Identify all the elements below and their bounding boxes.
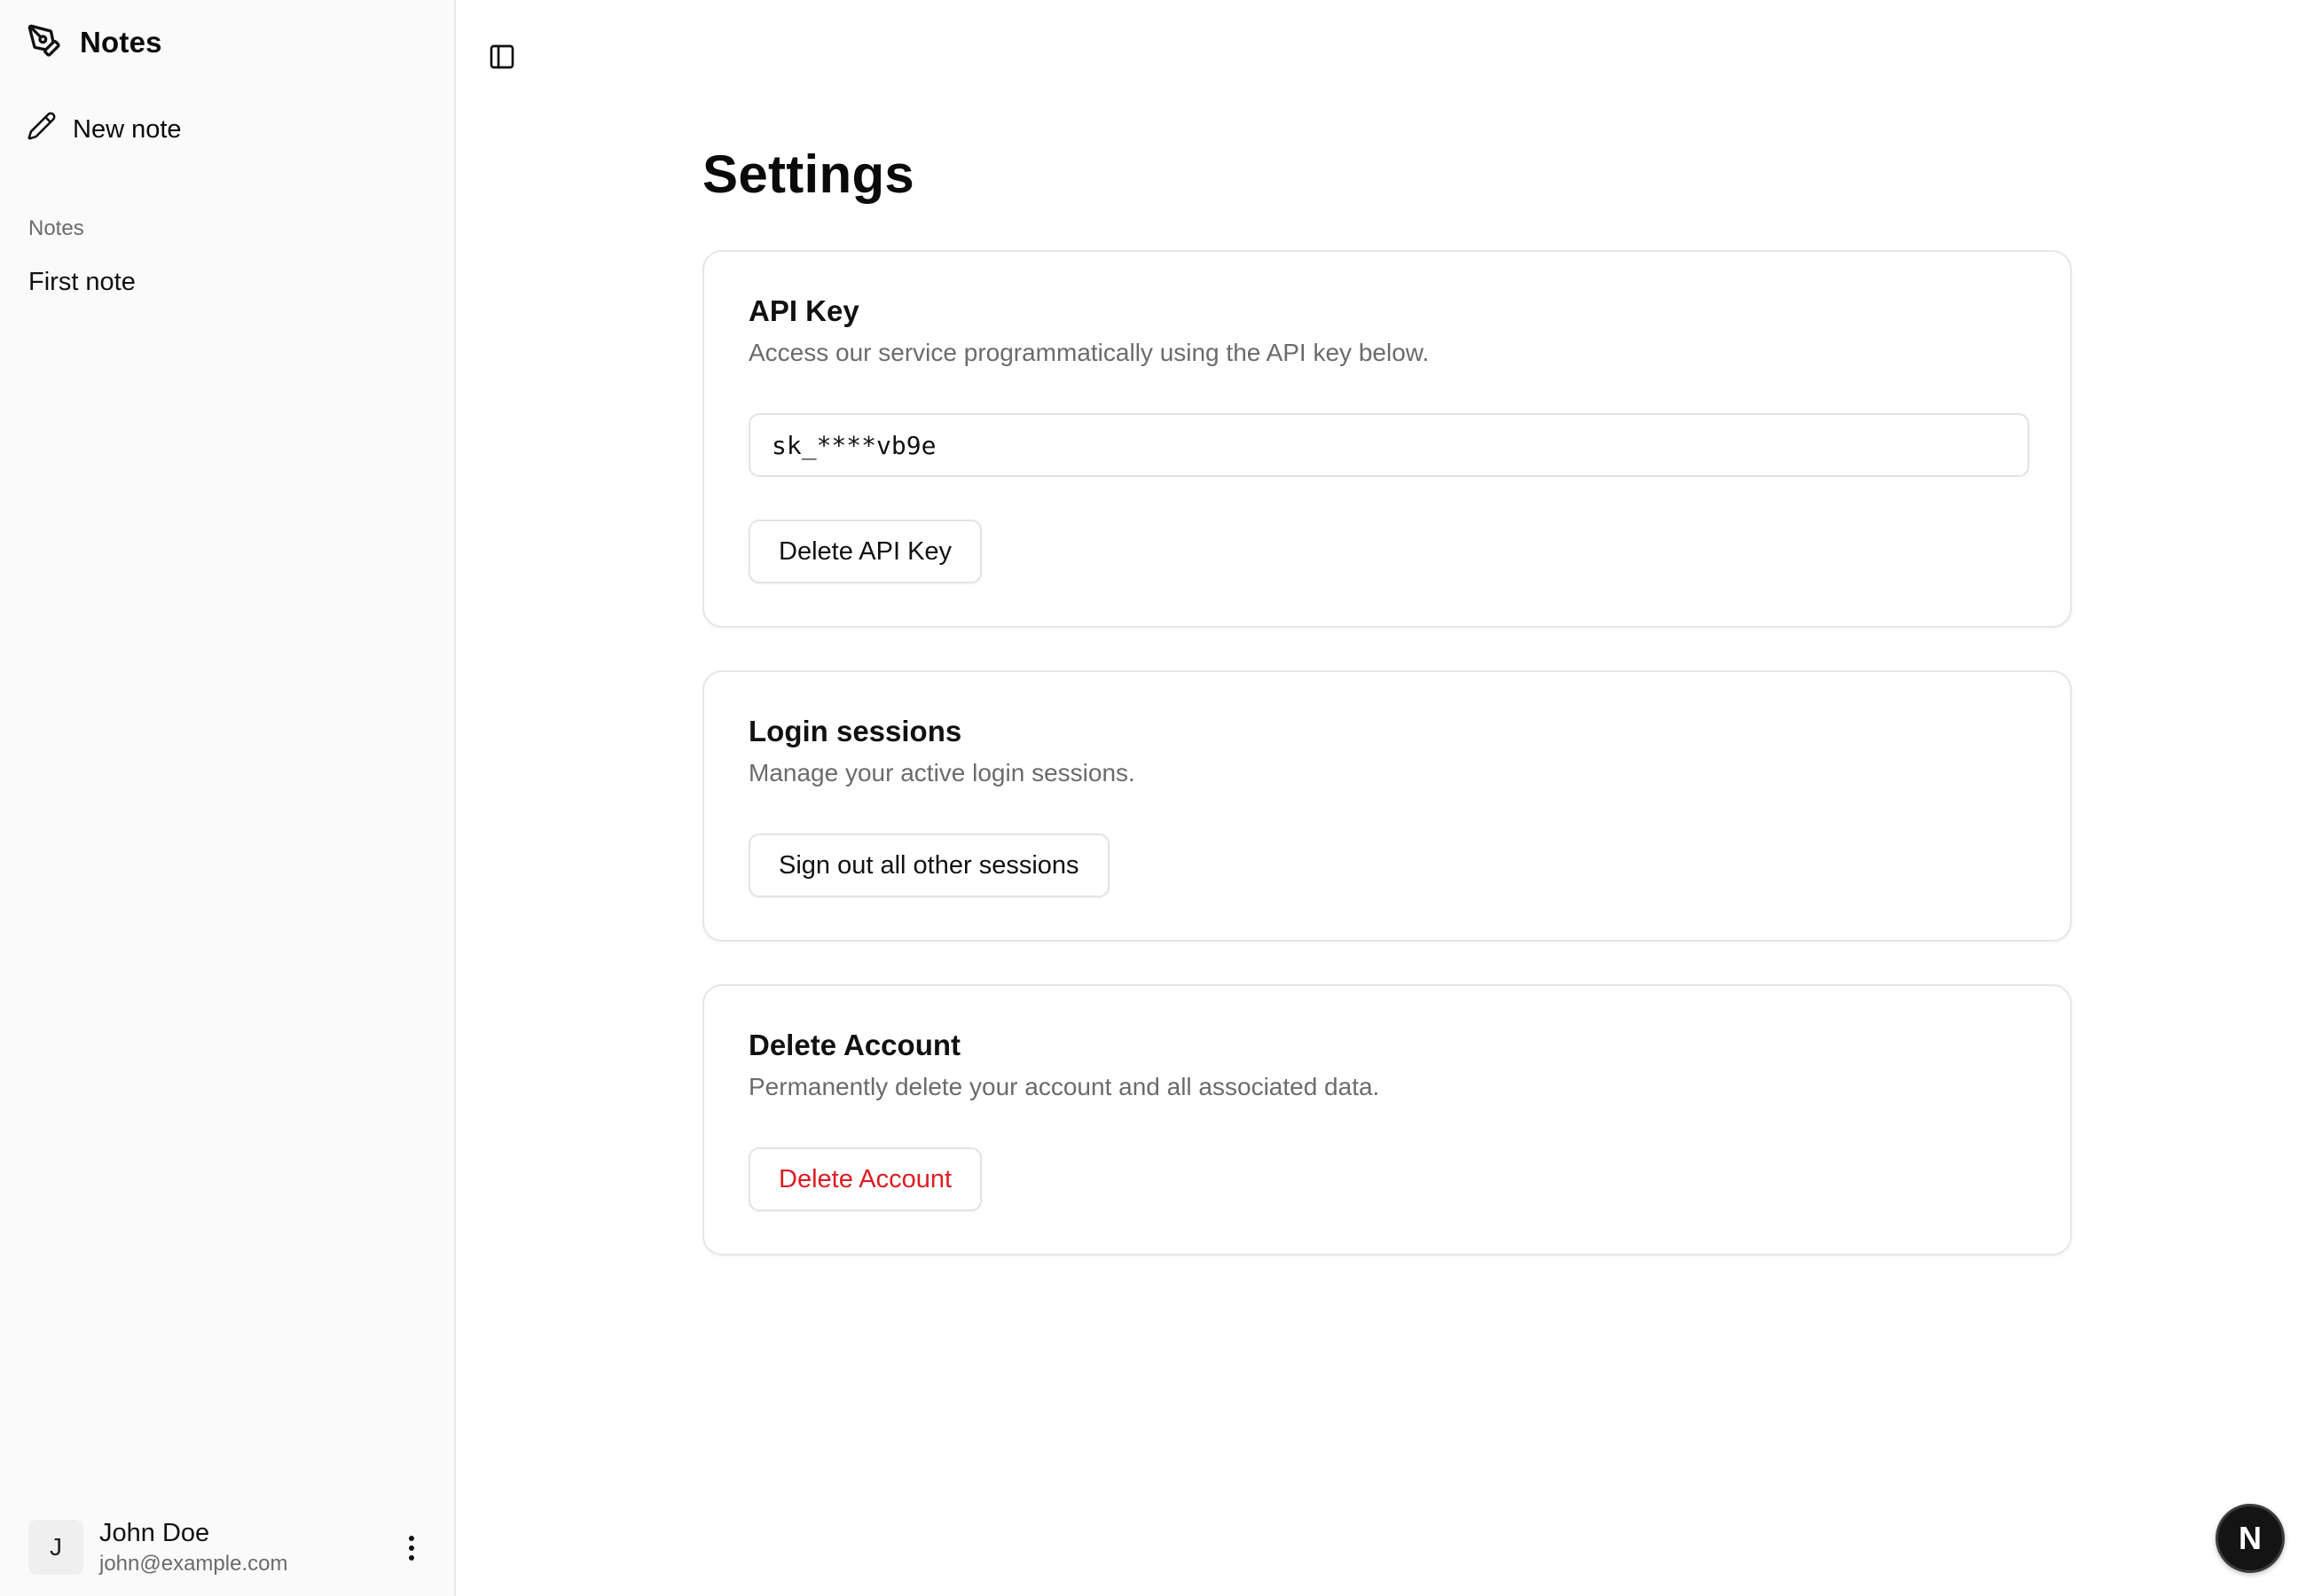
sidebar: Notes New note Notes First note J John D… bbox=[0, 0, 456, 1596]
api-key-field[interactable] bbox=[749, 413, 2029, 477]
sign-out-other-sessions-button[interactable]: Sign out all other sessions bbox=[749, 833, 1110, 897]
api-key-description: Access our service programmatically usin… bbox=[749, 339, 1430, 366]
delete-api-key-button[interactable]: Delete API Key bbox=[749, 520, 983, 583]
main-content: Settings API Key Access our service prog… bbox=[456, 0, 2306, 1596]
sidebar-toggle-icon[interactable] bbox=[488, 43, 516, 71]
delete-account-description: Permanently delete your account and all … bbox=[749, 1073, 1380, 1100]
api-key-title: API Key bbox=[749, 294, 859, 327]
pencil-icon bbox=[27, 111, 57, 148]
pen-nib-icon bbox=[27, 23, 62, 63]
delete-account-card: Delete Account Permanently delete your a… bbox=[702, 984, 2072, 1256]
user-text: John Doe john@example.com bbox=[99, 1519, 287, 1576]
page-title: Settings bbox=[702, 145, 915, 204]
sidebar-item-first-note[interactable]: First note bbox=[28, 268, 136, 303]
brand[interactable]: Notes bbox=[27, 23, 162, 62]
dev-indicator-label: N bbox=[2239, 1520, 2262, 1556]
dev-indicator-button[interactable]: N bbox=[2216, 1504, 2285, 1573]
new-note-button[interactable]: New note bbox=[27, 108, 182, 151]
delete-account-title: Delete Account bbox=[749, 1029, 961, 1061]
app-root: Notes New note Notes First note J John D… bbox=[0, 0, 2306, 1596]
brand-title: Notes bbox=[80, 26, 162, 59]
user-email: john@example.com bbox=[99, 1551, 288, 1576]
user-name: John Doe bbox=[99, 1518, 210, 1547]
login-sessions-title: Login sessions bbox=[749, 715, 962, 747]
login-sessions-card: Login sessions Manage your active login … bbox=[702, 670, 2072, 942]
more-vertical-icon[interactable] bbox=[394, 1530, 429, 1566]
avatar: J bbox=[28, 1520, 83, 1575]
user-profile[interactable]: J John Doe john@example.com bbox=[28, 1518, 429, 1576]
notes-section-label: Notes bbox=[28, 216, 84, 240]
api-key-card: API Key Access our service programmatica… bbox=[702, 250, 2072, 628]
login-sessions-description: Manage your active login sessions. bbox=[749, 759, 1135, 786]
new-note-label: New note bbox=[73, 114, 182, 144]
delete-account-button[interactable]: Delete Account bbox=[749, 1147, 983, 1211]
